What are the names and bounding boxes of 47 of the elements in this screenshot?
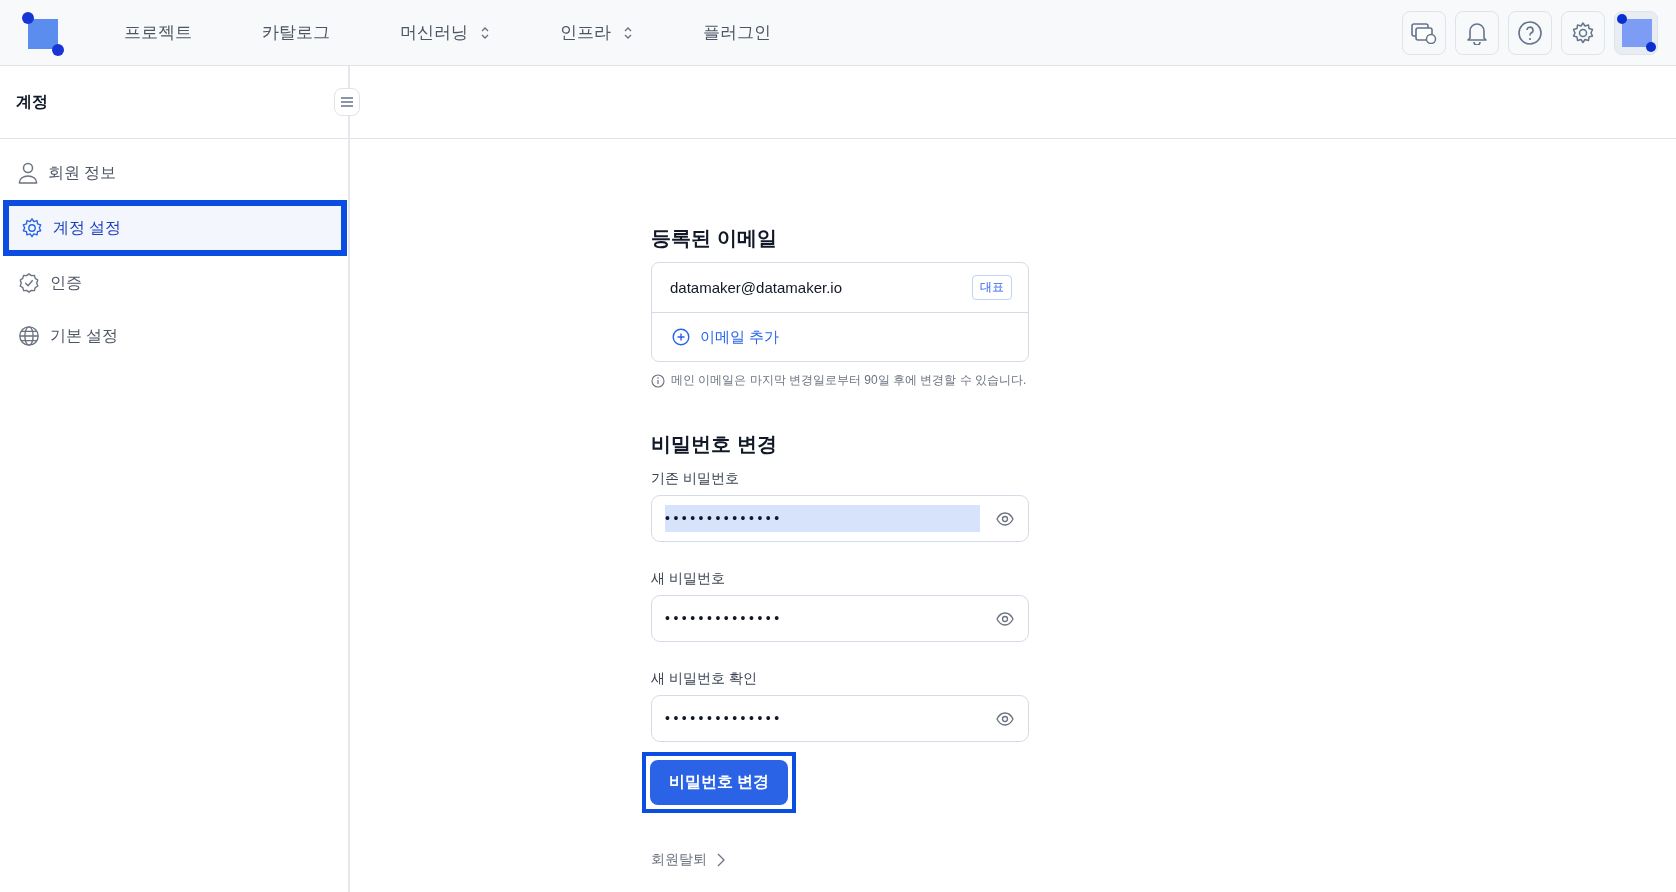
notifications-button[interactable] [1455,10,1499,55]
section-title: 등록된 이메일 [651,226,778,251]
avatar-button[interactable] [1614,10,1658,55]
help-button[interactable] [1508,10,1552,55]
collapse-sidebar-button[interactable] [334,88,360,116]
badge-check-icon [18,272,40,294]
sidebar-item[interactable]: 인증 [0,257,348,309]
field-label: 기존 비밀번호 [651,470,740,488]
primary-tag: 대표 [972,275,1012,300]
nav-menu-item[interactable]: 머신러닝 [400,21,490,44]
windows-icon [1411,21,1437,44]
question-circle-icon [1517,19,1543,46]
plus-circle-icon [672,328,690,346]
screens-button[interactable] [1402,10,1446,55]
field-label: 새 비밀번호 [651,570,726,588]
settings-icon [21,217,43,239]
field-label: 새 비밀번호 확인 [651,670,758,688]
logo-icon [1616,12,1656,53]
person-icon [18,162,38,184]
chevron-right-icon [717,853,725,867]
logo-icon[interactable] [20,9,66,56]
sidebar-item[interactable]: 회원 정보 [0,147,348,199]
email-address: datamaker@datamaker.io [670,279,842,296]
add-email-link[interactable]: 이메일 추가 [652,313,1028,361]
info-icon [651,373,665,388]
sidebar-item[interactable]: 기본 설정 [0,310,348,362]
bell-icon [1466,20,1488,45]
menu-icon [341,97,353,107]
eye-icon[interactable] [996,611,1014,626]
password-field[interactable]: •••••••••••••• [651,695,1029,742]
password-field[interactable]: •••••••••••••• [651,595,1029,642]
nav-menu-item[interactable]: 프로젝트 [124,21,192,44]
nav-menu-item[interactable]: 인프라 [560,21,633,44]
change-password-button[interactable]: 비밀번호 변경 [650,760,788,805]
eye-icon[interactable] [996,511,1014,526]
section-title: 비밀번호 변경 [651,432,778,457]
sidebar-item[interactable]: 계정 설정 [3,200,347,256]
settings-icon [1571,20,1595,45]
sidebar-title: 계정 [16,91,48,112]
eye-icon[interactable] [996,711,1014,726]
withdraw-link[interactable]: 회원탈퇴 [651,851,725,869]
settings-button[interactable] [1561,10,1605,55]
nav-menu-item[interactable]: 플러그인 [703,21,771,44]
globe-icon [18,325,40,347]
password-field[interactable]: •••••••••••••• [651,495,1029,542]
email-note: 메인 이메일은 마지막 변경일로부터 90일 후에 변경할 수 있습니다. [671,372,1027,389]
nav-menu-item[interactable]: 카탈로그 [262,21,330,44]
